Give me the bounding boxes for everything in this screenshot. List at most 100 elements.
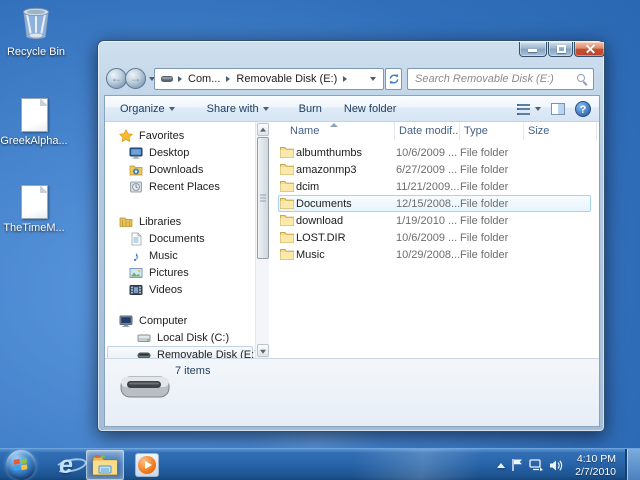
- nav-label: Libraries: [139, 215, 182, 228]
- file-row[interactable]: LOST.DIR 10/6/2009 ... File folder: [270, 229, 599, 246]
- scroll-down-button[interactable]: [257, 344, 269, 357]
- back-button[interactable]: ←: [106, 68, 127, 89]
- computer-icon: [119, 315, 133, 327]
- help-button[interactable]: ?: [575, 101, 591, 117]
- file-name: Music: [296, 248, 325, 261]
- taskbar-clock[interactable]: 4:10 PM 2/7/2010: [560, 450, 616, 480]
- nav-item-documents[interactable]: Documents: [129, 230, 205, 247]
- desktop-icon-label: TheTimeM...: [3, 222, 65, 234]
- burn-button[interactable]: Burn: [292, 99, 329, 119]
- file-row[interactable]: dcim 11/21/2009... File folder: [270, 178, 599, 195]
- show-desktop-button[interactable]: [625, 449, 640, 480]
- nav-item-downloads[interactable]: Downloads: [129, 161, 203, 178]
- search-input[interactable]: [407, 68, 594, 90]
- scroll-up-button[interactable]: [257, 123, 269, 136]
- network-tray-icon[interactable]: [526, 450, 546, 480]
- new-folder-button[interactable]: New folder: [337, 99, 404, 119]
- maximize-icon: [557, 45, 566, 53]
- file-row[interactable]: albumthumbs 10/6/2009 ... File folder: [270, 144, 599, 161]
- nav-label: Desktop: [149, 146, 190, 159]
- recent-places-icon: [130, 181, 142, 192]
- video-icon: [129, 284, 143, 295]
- taskbar-windows-explorer-active[interactable]: [86, 450, 124, 480]
- column-label: Date modif...: [399, 125, 459, 137]
- taskbar-media-player[interactable]: [130, 450, 164, 480]
- nav-item-music[interactable]: ♪ Music: [129, 247, 178, 264]
- desktop-icon-label: Recycle Bin: [6, 46, 66, 58]
- change-view-button[interactable]: [517, 103, 541, 115]
- folder-icon: [280, 215, 294, 226]
- document-icon: [131, 232, 142, 245]
- burn-label: Burn: [298, 102, 322, 115]
- clock-time: 4:10 PM: [576, 453, 616, 465]
- close-button[interactable]: [574, 42, 605, 57]
- desktop-icon-recycle-bin[interactable]: Recycle Bin: [0, 4, 72, 58]
- file-row[interactable]: download 1/19/2010 ... File folder: [270, 212, 599, 229]
- breadcrumb-computer[interactable]: Com...: [183, 73, 225, 85]
- file-size: [524, 178, 594, 195]
- recycle-bin-icon: [23, 7, 49, 39]
- nav-item-removable-disk-e[interactable]: Removable Disk (E:): [137, 346, 255, 358]
- file-date: 6/27/2009 ...: [396, 163, 458, 176]
- breadcrumb-removable-disk[interactable]: Removable Disk (E:): [231, 73, 342, 85]
- chevron-down-icon: [262, 106, 269, 111]
- scrollbar-thumb[interactable]: [257, 137, 269, 259]
- desktop-icon-greekalpha[interactable]: GreekAlpha...: [0, 98, 70, 147]
- file-size: [524, 229, 594, 246]
- nav-item-favorites[interactable]: Favorites: [119, 127, 184, 144]
- column-header-type[interactable]: Type: [460, 122, 524, 140]
- new-folder-label: New folder: [343, 102, 397, 115]
- nav-item-pictures[interactable]: Pictures: [129, 264, 189, 281]
- taskbar: e 4:10 PM 2/7/2010: [0, 448, 640, 480]
- file-name: Documents: [296, 197, 352, 210]
- folder-icon: [280, 198, 294, 209]
- organize-label: Organize: [120, 102, 165, 115]
- file-type: File folder: [460, 231, 509, 244]
- address-bar[interactable]: Com... Removable Disk (E:): [154, 68, 384, 90]
- desktop: Recycle Bin GreekAlpha... TheTimeM... ← …: [0, 0, 640, 480]
- minimize-button[interactable]: [519, 42, 547, 57]
- column-header-date[interactable]: Date modif...: [395, 122, 460, 140]
- breadcrumb-separator: [178, 76, 182, 82]
- file-date: 1/19/2010 ...: [396, 214, 458, 227]
- share-with-button[interactable]: Share with: [200, 99, 276, 119]
- address-dropdown-icon[interactable]: [370, 77, 376, 81]
- file-date: 10/29/2008...: [396, 248, 460, 261]
- nav-item-videos[interactable]: Videos: [129, 281, 182, 298]
- file-row[interactable]: Music 10/29/2008... File folder: [270, 246, 599, 263]
- refresh-button[interactable]: [385, 68, 402, 90]
- action-center-tray-icon[interactable]: [508, 450, 526, 480]
- forward-button[interactable]: →: [125, 68, 146, 89]
- file-size: [524, 212, 594, 229]
- file-row[interactable]: amazonmp3 6/27/2009 ... File folder: [270, 161, 599, 178]
- file-name: LOST.DIR: [296, 231, 346, 244]
- file-name: amazonmp3: [296, 163, 357, 176]
- media-player-icon: [135, 453, 159, 477]
- organize-button[interactable]: Organize: [113, 99, 182, 119]
- file-size: [524, 144, 594, 161]
- column-label: Type: [464, 125, 488, 137]
- column-header-size[interactable]: Size: [524, 122, 597, 140]
- nav-item-computer[interactable]: Computer: [119, 312, 187, 329]
- close-icon: [584, 44, 595, 55]
- file-list: Name Date modif... Type Size albumthumbs…: [270, 122, 599, 358]
- preview-pane-button[interactable]: [551, 103, 565, 115]
- nav-item-libraries[interactable]: Libraries: [119, 213, 181, 230]
- breadcrumb-separator: [343, 76, 348, 82]
- column-header-name[interactable]: Name: [270, 122, 395, 140]
- nav-label: Local Disk (C:): [157, 331, 230, 344]
- start-button[interactable]: [4, 450, 38, 480]
- nav-item-desktop[interactable]: Desktop: [129, 144, 189, 161]
- nav-item-recent-places[interactable]: Recent Places: [129, 178, 220, 195]
- maximize-button[interactable]: [548, 42, 573, 57]
- nav-item-local-disk-c[interactable]: Local Disk (C:): [137, 329, 229, 346]
- desktop-icon-thetimem[interactable]: TheTimeM...: [0, 185, 70, 234]
- file-row-selected[interactable]: Documents 12/15/2008... File folder: [270, 195, 599, 212]
- file-size: [524, 246, 594, 263]
- folder-icon: [280, 164, 294, 175]
- show-hidden-icons-button[interactable]: [494, 450, 508, 480]
- flag-icon: [511, 459, 522, 471]
- nav-label: Downloads: [149, 163, 204, 176]
- navigation-scrollbar[interactable]: [255, 122, 269, 358]
- taskbar-internet-explorer[interactable]: e: [48, 450, 89, 480]
